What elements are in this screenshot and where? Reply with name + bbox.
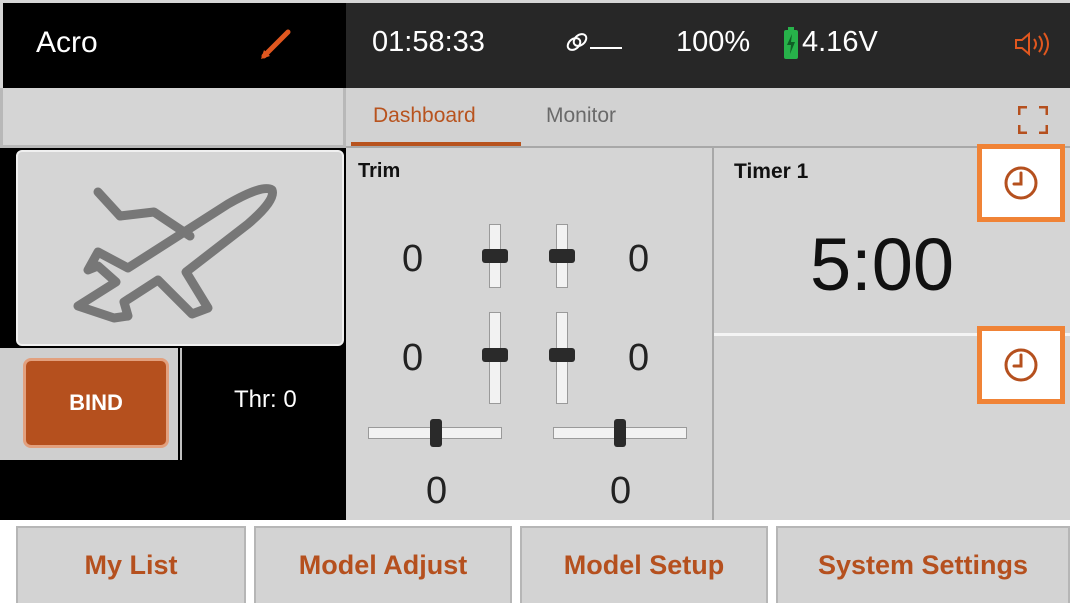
nav-model-adjust[interactable]: Model Adjust: [254, 526, 512, 603]
nav-model-setup[interactable]: Model Setup: [520, 526, 768, 603]
trim-value-right-lower: 0: [628, 337, 650, 379]
trim-thumb[interactable]: [430, 419, 442, 447]
trim-thumb[interactable]: [482, 249, 508, 263]
trim-thumb[interactable]: [549, 348, 575, 362]
fullscreen-icon[interactable]: [1018, 106, 1048, 134]
tab-monitor[interactable]: Monitor: [546, 104, 616, 128]
trim-title: Trim: [358, 160, 401, 182]
trim-value-left-upper: 0: [402, 238, 424, 280]
clock: 01:58:33: [372, 26, 485, 58]
battery-percent: 100%: [676, 26, 751, 58]
timer-icon: [1004, 166, 1038, 200]
throttle-readout: Thr: 0: [234, 386, 297, 413]
timer-icon: [1004, 348, 1038, 382]
trim-thumb[interactable]: [549, 249, 575, 263]
trim-value-bottom-left: 0: [426, 470, 448, 512]
pencil-icon[interactable]: [258, 26, 294, 62]
bind-button[interactable]: BIND: [23, 358, 169, 448]
voltage: 4.16V: [802, 26, 878, 58]
trim-thumb[interactable]: [482, 348, 508, 362]
nav-my-list[interactable]: My List: [16, 526, 246, 603]
timer-2-button[interactable]: [977, 326, 1065, 404]
timer-value[interactable]: 5:00: [810, 222, 954, 307]
speaker-icon[interactable]: [1012, 30, 1058, 58]
tab-active-indicator: [351, 142, 521, 146]
trim-thumb[interactable]: [614, 419, 626, 447]
timer-1-button[interactable]: [977, 144, 1065, 222]
timer-title: Timer 1: [734, 160, 809, 183]
trim-value-left-lower: 0: [402, 337, 424, 379]
trim-panel: [346, 148, 714, 520]
tab-row-spacer: [0, 88, 346, 148]
link-icon: [566, 33, 622, 51]
nav-system-settings[interactable]: System Settings: [776, 526, 1070, 603]
trim-value-bottom-right: 0: [610, 470, 632, 512]
model-name[interactable]: Acro: [36, 26, 98, 60]
battery-icon: [784, 27, 798, 59]
airplane-icon: [73, 184, 277, 323]
trim-value-right-upper: 0: [628, 238, 650, 280]
tab-dashboard[interactable]: Dashboard: [373, 104, 476, 128]
